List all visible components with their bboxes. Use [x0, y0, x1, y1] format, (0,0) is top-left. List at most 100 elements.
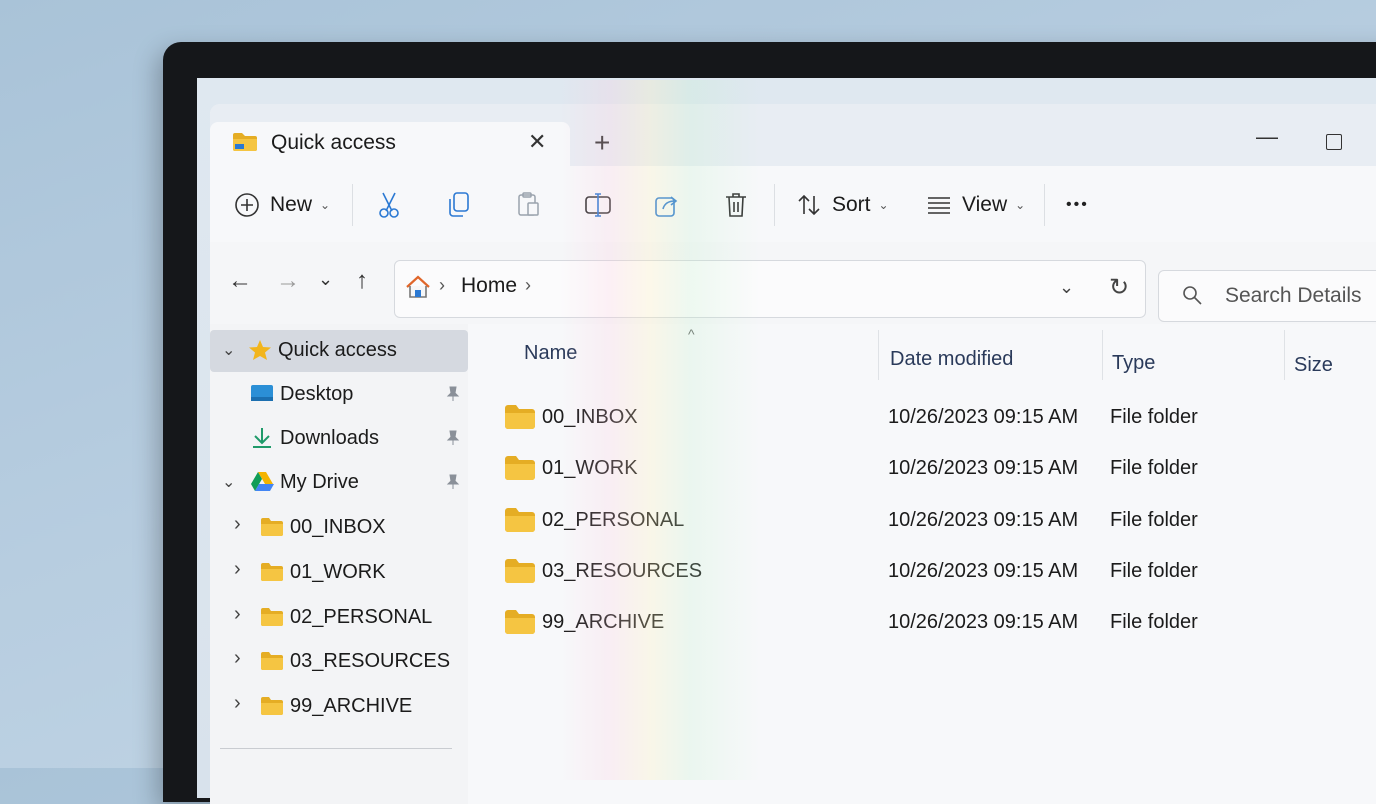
chevron-down-icon[interactable]: ⌄ [222, 472, 235, 492]
sidebar-item-label: 02_PERSONAL [290, 606, 433, 628]
pin-icon[interactable] [446, 386, 460, 402]
trash-icon [726, 193, 746, 217]
rename-icon [585, 193, 611, 217]
file-type: File folder [1110, 509, 1198, 531]
minimize-button[interactable]: — [1256, 124, 1278, 150]
delete-button[interactable] [724, 190, 748, 220]
clipboard-icon [518, 192, 539, 216]
divider [1044, 184, 1045, 226]
folder-icon [261, 563, 283, 581]
column-header-size[interactable]: Size [1294, 354, 1333, 377]
sidebar-item-quick-access[interactable]: ⌄ Quick access [210, 330, 468, 372]
chevron-right-icon[interactable]: › [234, 603, 241, 626]
view-button[interactable]: View ⌄ [926, 190, 1025, 220]
sidebar-item-00-inbox[interactable]: › 00_INBOX [210, 507, 468, 549]
chevron-right-icon[interactable]: › [234, 692, 241, 715]
sidebar-item-label: 99_ARCHIVE [290, 695, 413, 717]
sidebar-item-99-archive[interactable]: › 99_ARCHIVE [210, 686, 468, 728]
rename-button[interactable] [584, 190, 612, 220]
title-bar: Quick access ✕ + — [210, 104, 1376, 168]
sidebar-item-label: 01_WORK [290, 561, 386, 583]
column-divider[interactable] [878, 330, 879, 380]
chevron-down-icon: ⌄ [320, 198, 331, 212]
folder-icon [505, 405, 535, 429]
new-label: New [270, 193, 313, 216]
folder-icon [261, 697, 283, 715]
table-row[interactable]: 03_RESOURCES 10/26/2023 09:15 AM File fo… [498, 552, 1376, 596]
share-icon [655, 196, 678, 217]
chevron-down-icon[interactable]: ⌄ [222, 340, 235, 360]
column-header-type[interactable]: Type [1112, 352, 1155, 375]
divider [774, 184, 775, 226]
sidebar-item-downloads[interactable]: Downloads [210, 418, 468, 460]
list-view-icon [928, 197, 950, 214]
folder-icon [505, 610, 535, 634]
chevron-right-icon[interactable]: › [234, 558, 241, 581]
more-options-button[interactable]: ••• [1066, 190, 1089, 220]
scissors-icon [379, 192, 399, 218]
new-tab-button[interactable]: + [594, 128, 610, 158]
column-divider[interactable] [1102, 330, 1103, 380]
search-input[interactable] [1223, 281, 1376, 311]
file-date-modified: 10/26/2023 09:15 AM [888, 509, 1079, 531]
sort-icon [798, 194, 820, 216]
pin-icon[interactable] [446, 474, 460, 490]
sort-button[interactable]: Sort ⌄ [796, 190, 889, 220]
folder-icon [261, 608, 283, 626]
file-name: 03_RESOURCES [542, 560, 703, 582]
sidebar-item-desktop[interactable]: Desktop [210, 374, 468, 416]
navigation-pane: ⌄ Quick access Desktop Downloads ⌄ My Dr… [210, 324, 468, 804]
maximize-button[interactable] [1326, 134, 1342, 150]
file-name: 01_WORK [542, 457, 638, 479]
search-box [1158, 270, 1376, 322]
file-date-modified: 10/26/2023 09:15 AM [888, 406, 1079, 428]
recent-locations-button[interactable]: ⌄ [318, 266, 333, 292]
folder-icon [261, 652, 283, 670]
folder-icon [505, 508, 535, 532]
chevron-right-icon[interactable]: › [234, 513, 241, 536]
sidebar-item-my-drive[interactable]: ⌄ My Drive [210, 462, 468, 504]
file-date-modified: 10/26/2023 09:15 AM [888, 611, 1079, 633]
column-header-name[interactable]: Name [524, 342, 577, 365]
refresh-icon[interactable]: ↻ [1109, 273, 1129, 302]
back-button[interactable]: ← [228, 268, 252, 294]
chevron-right-icon[interactable]: › [234, 647, 241, 670]
cut-button[interactable] [376, 190, 402, 220]
breadcrumb-separator[interactable]: › [525, 275, 531, 296]
table-row[interactable]: 01_WORK 10/26/2023 09:15 AM File folder [498, 449, 1376, 493]
sidebar-item-02-personal[interactable]: › 02_PERSONAL [210, 597, 468, 639]
share-button[interactable] [654, 190, 680, 220]
chevron-down-icon[interactable]: ⌄ [1059, 277, 1074, 298]
chevron-down-icon: ⌄ [1015, 198, 1026, 212]
star-icon [249, 340, 271, 360]
copy-button[interactable] [446, 190, 472, 220]
sidebar-item-01-work[interactable]: › 01_WORK [210, 552, 468, 594]
column-header-date-modified[interactable]: Date modified [890, 348, 1013, 371]
close-tab-icon[interactable]: ✕ [528, 130, 546, 154]
folder-icon [233, 133, 257, 151]
up-button[interactable]: ↑ [356, 268, 368, 294]
divider [352, 184, 353, 226]
breadcrumb-home[interactable]: Home [461, 274, 517, 298]
forward-button[interactable]: → [276, 268, 300, 294]
file-explorer-window: Quick access ✕ + — New ⌄ Sort ⌄ View ⌄ •… [210, 104, 1376, 804]
sidebar-item-03-resources[interactable]: › 03_RESOURCES [210, 641, 468, 683]
plus-circle-icon [235, 193, 259, 217]
file-name: 00_INBOX [542, 406, 638, 428]
home-icon [406, 275, 430, 298]
pin-icon[interactable] [446, 430, 460, 446]
table-row[interactable]: 99_ARCHIVE 10/26/2023 09:15 AM File fold… [498, 603, 1376, 647]
sidebar-item-label: 00_INBOX [290, 516, 386, 538]
new-button[interactable]: New ⌄ [234, 190, 330, 220]
sidebar-item-label: 03_RESOURCES [290, 650, 451, 672]
column-divider[interactable] [1284, 330, 1285, 380]
paste-button[interactable] [516, 190, 542, 220]
tab-quick-access[interactable]: Quick access ✕ [210, 122, 570, 168]
file-date-modified: 10/26/2023 09:15 AM [888, 560, 1079, 582]
table-row[interactable]: 00_INBOX 10/26/2023 09:15 AM File folder [498, 398, 1376, 442]
folder-icon [505, 559, 535, 583]
file-date-modified: 10/26/2023 09:15 AM [888, 457, 1079, 479]
command-bar: New ⌄ Sort ⌄ View ⌄ ••• [210, 166, 1376, 243]
table-row[interactable]: 02_PERSONAL 10/26/2023 09:15 AM File fol… [498, 501, 1376, 545]
address-bar[interactable]: › Home › ⌄ ↻ [394, 260, 1146, 318]
